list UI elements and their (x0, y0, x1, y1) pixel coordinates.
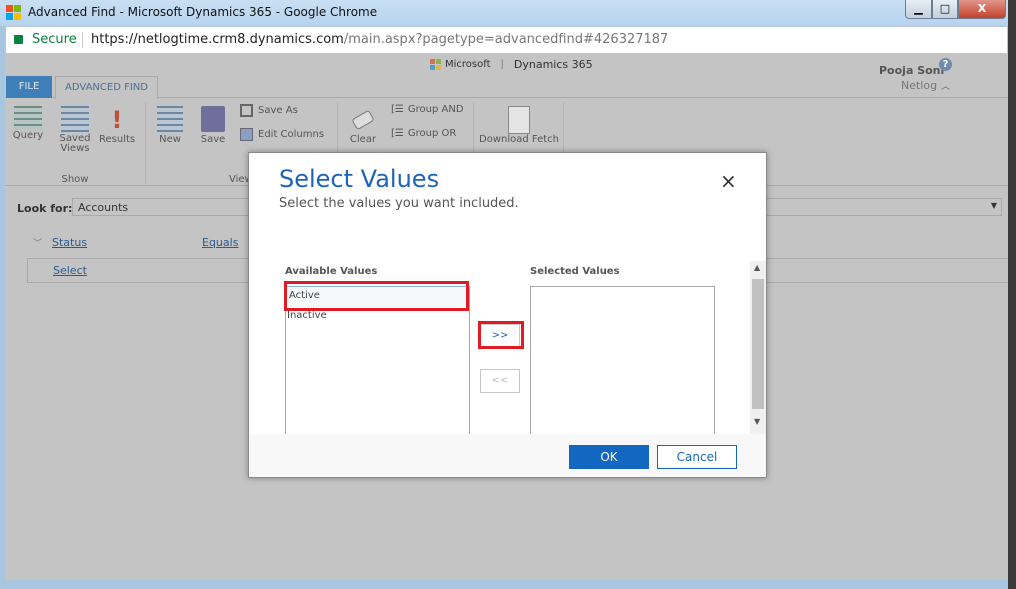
eraser-icon (351, 109, 375, 131)
operator-equals-link[interactable]: Equals (202, 236, 238, 249)
chevron-up-icon[interactable]: ︿ (941, 79, 950, 92)
cancel-button[interactable]: Cancel (657, 445, 737, 469)
scrollbar[interactable]: ▲ ▼ (750, 261, 766, 434)
saved-views-icon (61, 106, 89, 134)
lock-icon (14, 35, 23, 44)
highlight-add (478, 321, 524, 349)
selected-values-label: Selected Values (530, 266, 620, 277)
look-for-label: Look for: (17, 202, 73, 215)
user-name[interactable]: Pooja Soni (879, 64, 944, 77)
window-edge (1008, 0, 1016, 589)
dialog-title: Select Values (279, 165, 440, 193)
save-as-button[interactable]: Save As (240, 104, 298, 117)
scroll-thumb (752, 279, 764, 409)
windows-logo-icon (6, 5, 21, 20)
edit-columns-icon (240, 128, 253, 141)
dropdown-arrow-icon: ▼ (990, 201, 997, 210)
close-icon[interactable]: × (720, 169, 737, 193)
selected-values-list[interactable] (530, 286, 715, 434)
group-show-label: Show (61, 174, 89, 185)
available-values-label: Available Values (285, 266, 378, 277)
group-icon: [☰ (391, 128, 404, 139)
address-bar[interactable]: Secure https://netlogtime.crm8.dynamics.… (5, 26, 1008, 54)
scroll-up-icon: ▲ (754, 263, 761, 272)
help-icon[interactable]: ? (939, 58, 952, 71)
floppy-disk-icon (201, 106, 225, 132)
exclamation-icon: ! (111, 106, 123, 134)
group-icon: [☰ (391, 104, 404, 115)
results-button[interactable]: ! Results (99, 106, 135, 145)
secure-label: Secure (32, 32, 77, 47)
download-fetch-button[interactable]: Download Fetch (479, 106, 559, 145)
divider (82, 32, 83, 48)
new-button[interactable]: New (153, 106, 187, 145)
field-status-link[interactable]: Status (52, 236, 87, 249)
query-button[interactable]: Query (11, 106, 45, 141)
url: https://netlogtime.crm8.dynamics.com/mai… (91, 32, 669, 47)
group-and-button[interactable]: [☰ Group AND (391, 104, 464, 115)
window-title: Advanced Find - Microsoft Dynamics 365 -… (28, 5, 378, 19)
select-value-link[interactable]: Select (53, 264, 87, 277)
edit-columns-button[interactable]: Edit Columns (240, 128, 324, 141)
close-window-button[interactable]: X (958, 0, 1006, 19)
microsoft-logo-icon (430, 59, 441, 70)
title-bar: Advanced Find - Microsoft Dynamics 365 -… (0, 0, 1016, 26)
clear-button[interactable]: Clear (345, 106, 381, 145)
brand: Microsoft | Dynamics 365 (430, 58, 593, 71)
chevron-down-icon[interactable]: ﹀ (33, 236, 42, 249)
new-view-icon (157, 106, 183, 134)
dialog-subtitle: Select the values you want included. (279, 196, 519, 211)
org-name: Netlog (901, 79, 938, 92)
save-button[interactable]: Save (195, 106, 231, 145)
tab-file[interactable]: FILE (6, 76, 52, 98)
scroll-down-icon: ▼ (754, 417, 761, 426)
highlight-active (284, 281, 469, 311)
minimize-button[interactable]: ▁ (905, 0, 932, 19)
tab-advanced-find[interactable]: ADVANCED FIND (55, 76, 158, 99)
select-values-dialog: Select Values Select the values you want… (248, 152, 767, 478)
saved-views-button[interactable]: Saved Views (51, 106, 99, 154)
save-as-icon (240, 104, 253, 117)
download-fetch-icon (508, 106, 530, 134)
group-or-button[interactable]: [☰ Group OR (391, 128, 456, 139)
table-icon (14, 106, 42, 130)
maximize-button[interactable]: □ (932, 0, 958, 19)
remove-selected-button[interactable]: << (480, 369, 520, 393)
ok-button[interactable]: OK (569, 445, 649, 469)
